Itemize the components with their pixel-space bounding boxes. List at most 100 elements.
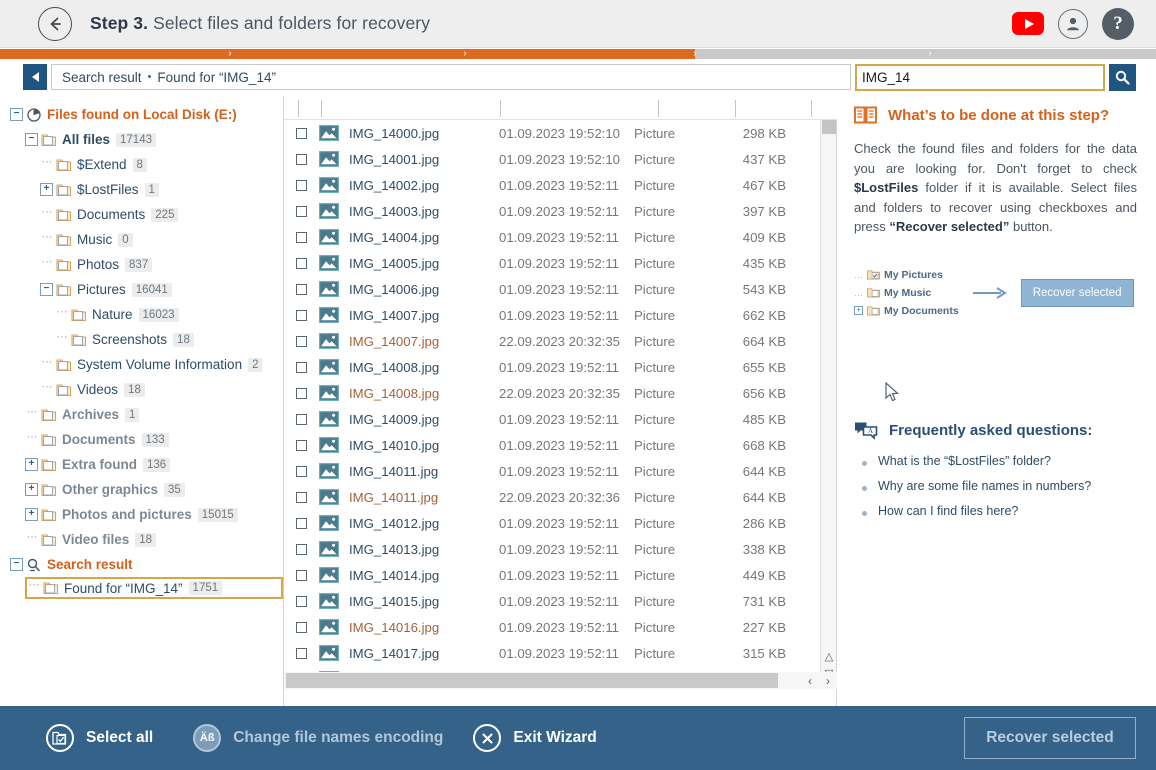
- tree-item-extend[interactable]: ⋯ $Extend 8: [40, 152, 283, 177]
- faq-item-label[interactable]: What is the “$LostFiles” folder?: [878, 454, 1051, 468]
- faq-item-label[interactable]: Why are some file names in numbers?: [878, 479, 1091, 493]
- tree-item-documents[interactable]: ⋯ Documents 133: [25, 427, 283, 452]
- tree-item-photos-and-pictures[interactable]: + Photos and pictures 15015: [25, 502, 283, 527]
- file-row[interactable]: IMG_14008.jpg 22.09.2023 20:32:35 Picture 6…: [284, 380, 821, 406]
- faq-item[interactable]: Why are some file names in numbers?: [854, 479, 1139, 504]
- file-checkbox[interactable]: [296, 543, 307, 555]
- file-name[interactable]: IMG_14016.jpg: [349, 620, 499, 635]
- file-row[interactable]: IMG_14010.jpg 01.09.2023 19:52:11 Picture 6…: [284, 432, 821, 458]
- collapse-toggle-icon[interactable]: −: [10, 108, 23, 121]
- tree-item-video-files[interactable]: ⋯ Video files 18: [25, 527, 283, 552]
- horizontal-scroll-thumb[interactable]: [286, 673, 778, 688]
- column-divider[interactable]: [298, 100, 299, 117]
- file-name[interactable]: IMG_14007.jpg: [349, 334, 499, 349]
- file-checkbox[interactable]: [296, 413, 307, 425]
- file-row[interactable]: IMG_14008.jpg 01.09.2023 19:52:11 Picture 6…: [284, 354, 821, 380]
- file-row[interactable]: IMG_14012.jpg 01.09.2023 19:52:11 Picture 2…: [284, 510, 821, 536]
- file-name[interactable]: IMG_14010.jpg: [349, 438, 499, 453]
- file-row[interactable]: IMG_14015.jpg 01.09.2023 19:52:11 Picture 7…: [284, 588, 821, 614]
- collapse-toggle-icon[interactable]: −: [10, 558, 23, 571]
- file-name[interactable]: IMG_14008.jpg: [349, 386, 499, 401]
- file-checkbox[interactable]: [296, 465, 307, 477]
- tree-item-photos[interactable]: ⋯ Photos 837: [40, 252, 283, 277]
- expand-toggle-icon[interactable]: +: [25, 508, 38, 521]
- faq-item[interactable]: What is the “$LostFiles” folder?: [854, 454, 1139, 479]
- breadcrumb-leaf[interactable]: Found for “IMG_14”: [157, 70, 276, 85]
- tree-item-documents[interactable]: ⋯ Documents 225: [40, 202, 283, 227]
- file-checkbox[interactable]: [296, 309, 307, 321]
- back-button[interactable]: [38, 6, 72, 41]
- file-row[interactable]: IMG_14007.jpg 01.09.2023 19:52:11 Picture 6…: [284, 302, 821, 328]
- file-checkbox[interactable]: [296, 569, 307, 581]
- tree-item-nature[interactable]: ⋯ Nature 16023: [55, 302, 283, 327]
- faq-item-label[interactable]: How can I find files here?: [878, 504, 1018, 518]
- file-row[interactable]: IMG_14002.jpg 01.09.2023 19:52:11 Picture 4…: [284, 172, 821, 198]
- file-name[interactable]: IMG_14007.jpg: [349, 308, 499, 323]
- file-list-header[interactable]: [284, 96, 837, 120]
- file-checkbox[interactable]: [296, 231, 307, 243]
- file-checkbox[interactable]: [296, 335, 307, 347]
- file-list-body[interactable]: IMG_14000.jpg 01.09.2023 19:52:10 Picture 2…: [284, 120, 821, 682]
- file-row[interactable]: IMG_14003.jpg 01.09.2023 19:52:11 Picture 3…: [284, 198, 821, 224]
- file-name[interactable]: IMG_14005.jpg: [349, 256, 499, 271]
- file-checkbox[interactable]: [296, 283, 307, 295]
- exit-wizard-button[interactable]: Exit Wizard: [473, 724, 597, 752]
- file-name[interactable]: IMG_14000.jpg: [349, 126, 499, 141]
- file-name[interactable]: IMG_14011.jpg: [349, 464, 499, 479]
- file-checkbox[interactable]: [296, 491, 307, 503]
- file-row[interactable]: IMG_14006.jpg 01.09.2023 19:52:11 Picture 5…: [284, 276, 821, 302]
- file-row[interactable]: IMG_14013.jpg 01.09.2023 19:52:11 Picture 3…: [284, 536, 821, 562]
- collapse-toggle-icon[interactable]: −: [40, 283, 53, 296]
- file-checkbox[interactable]: [296, 257, 307, 269]
- user-account-icon[interactable]: [1058, 8, 1088, 39]
- expand-toggle-icon[interactable]: +: [25, 458, 38, 471]
- column-divider[interactable]: [735, 100, 736, 117]
- tree-item-music[interactable]: ⋯ Music 0: [40, 227, 283, 252]
- column-divider[interactable]: [811, 100, 812, 117]
- vertical-scroll-thumb[interactable]: [822, 120, 836, 134]
- search-field-wrapper[interactable]: [855, 63, 1105, 91]
- breadcrumb-root[interactable]: Search result: [62, 70, 142, 85]
- file-name[interactable]: IMG_14014.jpg: [349, 568, 499, 583]
- tree-item-screenshots[interactable]: ⋯ Screenshots 18: [55, 327, 283, 352]
- file-row[interactable]: IMG_14004.jpg 01.09.2023 19:52:11 Picture 4…: [284, 224, 821, 250]
- file-name[interactable]: IMG_14008.jpg: [349, 360, 499, 375]
- help-button[interactable]: ?: [1102, 7, 1134, 40]
- file-checkbox[interactable]: [296, 517, 307, 529]
- file-row[interactable]: IMG_14009.jpg 01.09.2023 19:52:11 Picture 4…: [284, 406, 821, 432]
- file-checkbox[interactable]: [296, 595, 307, 607]
- file-name[interactable]: IMG_14004.jpg: [349, 230, 499, 245]
- expand-toggle-icon[interactable]: +: [40, 183, 53, 196]
- breadcrumb-back-button[interactable]: [23, 64, 47, 90]
- file-row[interactable]: IMG_14007.jpg 22.09.2023 20:32:35 Picture 6…: [284, 328, 821, 354]
- file-name[interactable]: IMG_14017.jpg: [349, 646, 499, 661]
- file-name[interactable]: IMG_14006.jpg: [349, 282, 499, 297]
- file-checkbox[interactable]: [296, 387, 307, 399]
- file-row[interactable]: IMG_14017.jpg 01.09.2023 19:52:11 Picture 3…: [284, 640, 821, 666]
- file-checkbox[interactable]: [296, 647, 307, 659]
- tree-item-files-found-on-local-disk-e[interactable]: − Files found on Local Disk (E:): [10, 102, 283, 127]
- scroll-right-button[interactable]: ›: [819, 672, 837, 689]
- tree-item-archives[interactable]: ⋯ Archives 1: [25, 402, 283, 427]
- column-divider[interactable]: [658, 100, 659, 117]
- file-name[interactable]: IMG_14002.jpg: [349, 178, 499, 193]
- file-name[interactable]: IMG_14003.jpg: [349, 204, 499, 219]
- select-all-button[interactable]: Select all: [46, 724, 153, 752]
- tree-item-all-files[interactable]: − All files 17143: [25, 127, 283, 152]
- file-checkbox[interactable]: [296, 621, 307, 633]
- collapse-toggle-icon[interactable]: −: [25, 133, 38, 146]
- file-name[interactable]: IMG_14001.jpg: [349, 152, 499, 167]
- tree-item-extra-found[interactable]: + Extra found 136: [25, 452, 283, 477]
- expand-toggle-icon[interactable]: +: [25, 483, 38, 496]
- column-divider[interactable]: [500, 100, 501, 117]
- faq-item[interactable]: How can I find files here?: [854, 504, 1139, 529]
- file-row[interactable]: IMG_14011.jpg 22.09.2023 20:32:36 Picture 6…: [284, 484, 821, 510]
- file-checkbox[interactable]: [296, 179, 307, 191]
- file-name[interactable]: IMG_14013.jpg: [349, 542, 499, 557]
- file-checkbox[interactable]: [296, 361, 307, 373]
- file-name[interactable]: IMG_14011.jpg: [349, 490, 499, 505]
- tree-item-found-for-img-14[interactable]: ⋯ Found for “IMG_14” 1751: [25, 577, 283, 599]
- tree-item-lostfiles[interactable]: + $LostFiles 1: [40, 177, 283, 202]
- recover-selected-button[interactable]: Recover selected: [964, 717, 1136, 759]
- tree-item-other-graphics[interactable]: + Other graphics 35: [25, 477, 283, 502]
